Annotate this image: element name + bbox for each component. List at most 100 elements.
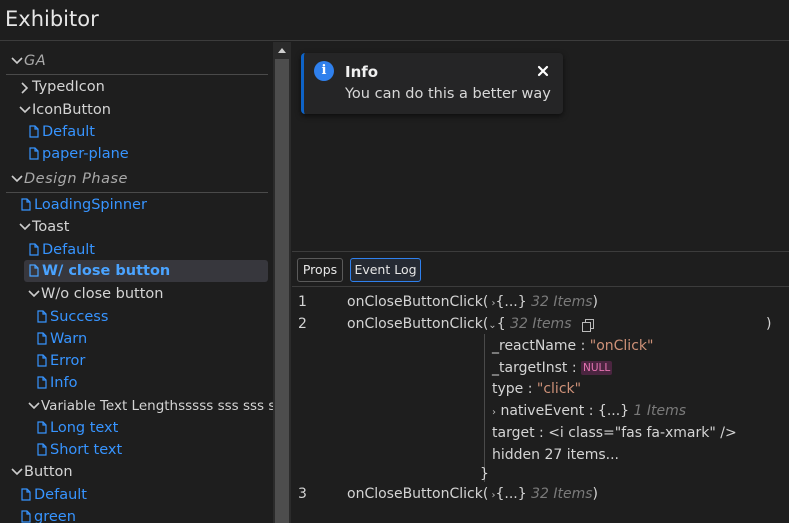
tree-label: Long text bbox=[50, 420, 119, 436]
log-entry: 1 bbox=[298, 291, 307, 313]
prop-key: type bbox=[492, 381, 524, 397]
log-summary: {...} bbox=[495, 486, 527, 502]
document-icon bbox=[35, 306, 50, 328]
close-brace: } bbox=[480, 466, 489, 482]
log-index: 2 bbox=[298, 316, 307, 332]
log-count: 32 Items bbox=[510, 316, 572, 332]
log-index: 3 bbox=[298, 486, 307, 502]
log-index: 1 bbox=[298, 294, 307, 310]
tree-story-toast-default[interactable]: Default bbox=[27, 239, 95, 261]
toast: i Info You can do this a better way bbox=[301, 53, 563, 114]
tree-label: paper-plane bbox=[42, 146, 129, 162]
group-ga[interactable]: GA bbox=[10, 50, 46, 72]
tree-label: Short text bbox=[50, 442, 123, 458]
sidebar-scrollbar[interactable] bbox=[273, 42, 291, 523]
prop-colon: : bbox=[580, 338, 586, 354]
tree-label: Default bbox=[42, 124, 95, 140]
app-header: Exhibitor bbox=[0, 0, 789, 41]
prop-react-name: _reactName : "onClick" bbox=[492, 335, 653, 357]
tree-label: Default bbox=[34, 487, 87, 503]
chevron-down-icon bbox=[27, 395, 41, 417]
log-open-brace: { bbox=[496, 316, 506, 332]
tree-story-long-text[interactable]: Long text bbox=[35, 417, 118, 439]
document-icon bbox=[35, 417, 50, 439]
tree-folder-toast[interactable]: Toast bbox=[18, 216, 69, 238]
tree-folder-wo-close[interactable]: W/o close button bbox=[27, 283, 164, 305]
log-count: 32 Items bbox=[531, 294, 593, 310]
sidebar: GA TypedIcon IconButton Default paper-pl… bbox=[0, 42, 273, 523]
tree-label: Button bbox=[24, 464, 73, 480]
preview-canvas: i Info You can do this a better way bbox=[292, 42, 789, 252]
tree-label: Warn bbox=[50, 331, 88, 347]
tree-story-paper-plane[interactable]: paper-plane bbox=[27, 143, 129, 165]
tree-label: W/o close button bbox=[41, 286, 164, 302]
log-call[interactable]: onCloseButtonClick( ›{...} 32 Items) bbox=[347, 291, 598, 313]
tree-story-button-green[interactable]: green bbox=[19, 506, 76, 523]
tree-folder-typedicon[interactable]: TypedIcon bbox=[18, 76, 105, 98]
chevron-down-icon bbox=[10, 461, 24, 483]
null-badge: NULL bbox=[580, 361, 613, 375]
prop-target-inst: _targetInst : NULL bbox=[492, 357, 613, 379]
tree-guide-line bbox=[484, 334, 485, 482]
tree-label: Error bbox=[50, 353, 86, 369]
group-design-phase[interactable]: Design Phase bbox=[10, 168, 128, 190]
document-icon bbox=[27, 260, 42, 282]
document-icon bbox=[19, 194, 34, 216]
group-divider bbox=[6, 192, 268, 193]
log-close-paren: ) bbox=[592, 294, 599, 310]
log-close-paren: ) bbox=[592, 486, 599, 502]
chevron-down-icon bbox=[18, 99, 32, 121]
hidden-items[interactable]: hidden 27 items... bbox=[492, 444, 619, 466]
toast-message: You can do this a better way bbox=[345, 86, 551, 102]
group-label: GA bbox=[24, 53, 47, 69]
tree-story-button-default[interactable]: Default bbox=[19, 484, 87, 506]
copy-icon[interactable] bbox=[581, 317, 596, 332]
tree-label: Variable Text Lengthsssss sss sss sss bbox=[41, 398, 273, 414]
document-icon bbox=[35, 328, 50, 350]
prop-native-event[interactable]: › nativeEvent : {...} 1 Items bbox=[492, 400, 686, 422]
tree-label: Info bbox=[50, 375, 78, 391]
log-close-paren: ) bbox=[766, 316, 772, 332]
tree-story-iconbutton-default[interactable]: Default bbox=[27, 121, 95, 143]
tab-event-log[interactable]: Event Log bbox=[350, 258, 421, 282]
tree-story-warn[interactable]: Warn bbox=[35, 328, 87, 350]
close-icon[interactable] bbox=[537, 62, 551, 77]
toast-title: Info bbox=[345, 63, 379, 81]
tree-label: Success bbox=[50, 309, 109, 325]
tree-folder-iconbutton[interactable]: IconButton bbox=[18, 99, 111, 121]
document-icon bbox=[27, 239, 42, 261]
prop-count: 1 Items bbox=[633, 403, 687, 419]
tree-story-error[interactable]: Error bbox=[35, 350, 85, 372]
info-icon: i bbox=[314, 61, 334, 81]
log-function: onCloseButtonClick( bbox=[347, 316, 489, 332]
log-entry: 3 bbox=[298, 483, 307, 505]
scroll-up-arrow-icon[interactable] bbox=[273, 42, 291, 58]
tree-story-close-button-selected[interactable]: W/ close button bbox=[24, 260, 268, 282]
tree-folder-variable-text[interactable]: Variable Text Lengthsssss sss sss sss bbox=[27, 395, 273, 417]
expand-arrow-icon[interactable]: › bbox=[492, 407, 496, 418]
prop-key: _reactName bbox=[492, 338, 577, 354]
scrollbar-thumb[interactable] bbox=[275, 59, 289, 523]
tree-story-success[interactable]: Success bbox=[35, 306, 108, 328]
tree-label: TypedIcon bbox=[32, 79, 105, 95]
log-call[interactable]: onCloseButtonClick(⌄{ 32 Items bbox=[347, 313, 596, 335]
log-count: 32 Items bbox=[531, 486, 593, 502]
tree-label: Toast bbox=[32, 219, 70, 235]
app-title: Exhibitor bbox=[5, 7, 99, 31]
chevron-down-icon bbox=[10, 50, 24, 72]
collapse-arrow-icon[interactable]: ⌄ bbox=[488, 320, 496, 331]
document-icon bbox=[35, 350, 50, 372]
tree-story-info[interactable]: Info bbox=[35, 372, 77, 394]
prop-value: "onClick" bbox=[589, 338, 654, 354]
log-call[interactable]: onCloseButtonClick( ›{...} 32 Items) bbox=[347, 483, 598, 505]
prop-key: target bbox=[492, 425, 535, 441]
tree-story-short-text[interactable]: Short text bbox=[35, 439, 122, 461]
group-divider bbox=[6, 74, 268, 75]
tab-props[interactable]: Props bbox=[297, 258, 343, 282]
prop-colon: : bbox=[527, 381, 533, 397]
tree-story-loadingspinner[interactable]: LoadingSpinner bbox=[19, 194, 147, 216]
prop-key: nativeEvent bbox=[500, 403, 585, 419]
tree-label: LoadingSpinner bbox=[34, 197, 147, 213]
tree-folder-button[interactable]: Button bbox=[10, 461, 73, 483]
prop-key: _targetInst bbox=[492, 360, 568, 376]
